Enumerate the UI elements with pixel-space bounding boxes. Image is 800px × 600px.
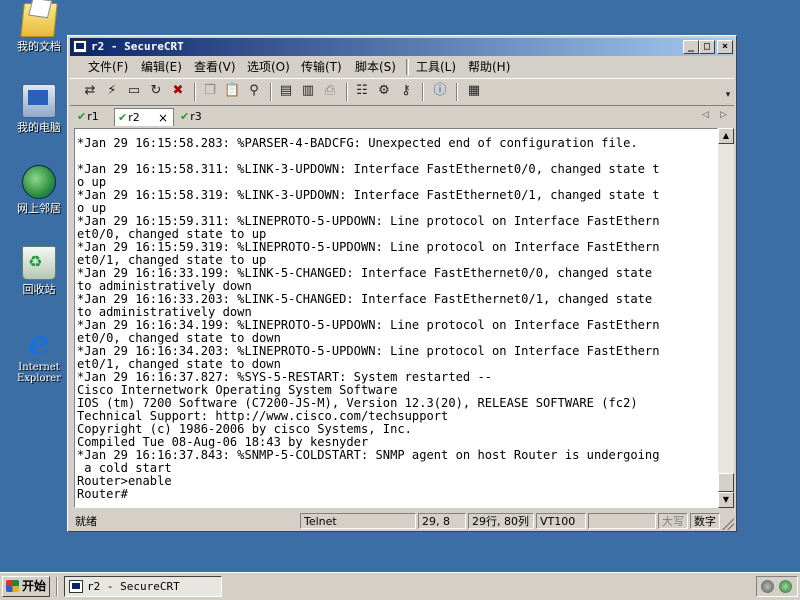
connected-check-icon: ✔ xyxy=(77,110,87,123)
scroll-down-arrow-icon[interactable]: ▼ xyxy=(718,492,734,508)
session-options-icon[interactable]: ☷ xyxy=(354,83,370,99)
toolbar-separator xyxy=(194,83,196,101)
connect-in-tab-icon[interactable]: ▭ xyxy=(126,83,142,99)
terminal-output[interactable]: *Jan 29 16:15:58.283: %PARSER-4-BADCFG: … xyxy=(74,128,718,508)
desktop-icon-internet-explorer[interactable]: e Internet Explorer xyxy=(8,323,70,384)
desktop-icon-my-computer[interactable]: 我的电脑 xyxy=(8,84,70,134)
close-button[interactable]: × xyxy=(717,40,733,54)
computer-icon xyxy=(22,84,56,118)
windows-logo-icon xyxy=(6,580,19,592)
toolbar-separator xyxy=(346,83,348,101)
status-terminal-size: 29行, 80列 xyxy=(468,513,534,529)
print-setup-icon[interactable]: ▤ xyxy=(278,83,294,99)
system-tray xyxy=(756,576,798,597)
resize-grip[interactable] xyxy=(722,518,734,530)
tab-r3[interactable]: ✔r3 xyxy=(180,108,214,126)
menu-file[interactable]: 文件(F) xyxy=(88,60,128,74)
find-icon[interactable]: ⚲ xyxy=(246,83,262,99)
disconnect-icon[interactable]: ✖ xyxy=(170,83,186,99)
recycle-bin-icon xyxy=(22,246,56,280)
session-tabs: ✔r1 ✔r2 × ✔r3 ◁ ▷ xyxy=(70,107,734,127)
menu-bar: 文件(F) 编辑(E) 查看(V) 选项(O) 传输(T) 脚本(S) 工具(L… xyxy=(70,57,734,77)
connect-icon[interactable]: ⇄ xyxy=(82,83,98,99)
tab-r2[interactable]: ✔r2 × xyxy=(114,108,174,126)
copy-icon[interactable]: ❐ xyxy=(202,83,218,99)
tab-scroll-right-icon[interactable]: ▷ xyxy=(720,110,727,120)
taskbar-button-label: r2 - SecureCRT xyxy=(87,580,180,593)
start-label: 开始 xyxy=(22,579,47,593)
menu-script[interactable]: 脚本(S) xyxy=(355,60,396,74)
tab-r1[interactable]: ✔r1 xyxy=(77,108,111,126)
securecrt-app-icon[interactable] xyxy=(73,40,87,53)
desktop-icon-label: Internet Explorer xyxy=(16,362,62,384)
taskbar: 开始 r2 - SecureCRT xyxy=(0,572,800,600)
title-bar[interactable]: r2 - SecureCRT _ □ × xyxy=(70,38,734,56)
menu-separator xyxy=(406,59,409,75)
desktop-icon-label: 回收站 xyxy=(22,283,56,296)
window-layout-icon[interactable]: ▦ xyxy=(466,83,482,99)
keymap-icon[interactable]: ⚷ xyxy=(398,83,414,99)
tab-label: r2 xyxy=(128,111,140,124)
menu-tools[interactable]: 工具(L) xyxy=(416,60,456,74)
status-bar: 就绪 Telnet 29, 8 29行, 80列 VT100 大写 数字 xyxy=(70,512,734,530)
minimize-button[interactable]: _ xyxy=(683,40,699,54)
maximize-button[interactable]: □ xyxy=(699,40,715,54)
tab-label: r1 xyxy=(87,110,99,123)
toolbar-overflow-chevron-icon[interactable]: ▾ xyxy=(720,87,736,103)
toolbar-separator xyxy=(456,83,458,101)
tab-close-icon[interactable]: × xyxy=(158,109,168,127)
taskbar-separator xyxy=(56,577,58,596)
print-selection-icon[interactable]: ▥ xyxy=(300,83,316,99)
paste-icon[interactable]: 📋 xyxy=(224,83,240,99)
start-button[interactable]: 开始 xyxy=(2,576,50,597)
status-cursor-position: 29, 8 xyxy=(418,513,466,529)
window-title: r2 - SecureCRT xyxy=(91,40,184,53)
securecrt-window: r2 - SecureCRT _ □ × 文件(F) 编辑(E) 查看(V) 选… xyxy=(67,35,737,532)
menu-view[interactable]: 查看(V) xyxy=(194,60,236,74)
network-globe-icon xyxy=(22,165,56,199)
menu-help[interactable]: 帮助(H) xyxy=(468,60,510,74)
tab-label: r3 xyxy=(190,110,202,123)
desktop-icon-label: 我的文档 xyxy=(17,40,61,53)
toolbar-separator xyxy=(270,83,272,101)
desktop-icon-label: 网上邻居 xyxy=(17,202,61,215)
scroll-up-arrow-icon[interactable]: ▲ xyxy=(718,128,734,144)
tray-status-icon[interactable] xyxy=(779,580,792,593)
status-emulation: VT100 xyxy=(536,513,586,529)
menu-edit[interactable]: 编辑(E) xyxy=(141,60,182,74)
desktop-icon-recycle-bin[interactable]: 回收站 xyxy=(8,246,70,296)
securecrt-app-icon xyxy=(69,580,83,593)
menu-options[interactable]: 选项(O) xyxy=(247,60,290,74)
tray-network-icon[interactable] xyxy=(761,580,774,593)
status-caps-lock: 大写 xyxy=(658,513,688,529)
help-icon[interactable]: ⓘ xyxy=(432,83,448,99)
status-ready: 就绪 xyxy=(75,515,97,528)
folder-icon xyxy=(20,3,58,37)
reconnect-icon[interactable]: ↻ xyxy=(148,83,164,99)
tab-scroll-left-icon[interactable]: ◁ xyxy=(702,110,709,120)
desktop-icon-label: 我的电脑 xyxy=(17,121,61,134)
status-protocol: Telnet xyxy=(300,513,416,529)
terminal-text: *Jan 29 16:15:58.283: %PARSER-4-BADCFG: … xyxy=(77,136,660,501)
connected-check-icon: ✔ xyxy=(180,110,190,123)
scrollbar-thumb[interactable] xyxy=(718,473,734,492)
status-num-lock: 数字 xyxy=(690,513,720,529)
quick-connect-icon[interactable]: ⚡ xyxy=(104,83,120,99)
menu-transfer[interactable]: 传输(T) xyxy=(301,60,342,74)
toolbar: ⇄ ⚡ ▭ ↻ ✖ ❐ 📋 ⚲ ▤ ▥ ⎙ ☷ ⚙ ⚷ ⓘ ▦ ▾ xyxy=(70,78,734,106)
desktop-icon-network[interactable]: 网上邻居 xyxy=(8,165,70,215)
connected-check-icon: ✔ xyxy=(118,111,128,124)
desktop-icon-my-documents[interactable]: 我的文档 xyxy=(8,3,70,53)
global-options-icon[interactable]: ⚙ xyxy=(376,83,392,99)
vertical-scrollbar[interactable]: ▲ ▼ xyxy=(718,128,734,508)
status-blank xyxy=(588,513,656,529)
print-icon[interactable]: ⎙ xyxy=(322,83,338,99)
taskbar-button-securecrt[interactable]: r2 - SecureCRT xyxy=(64,576,222,597)
toolbar-separator xyxy=(422,83,424,101)
internet-explorer-icon: e xyxy=(28,323,50,363)
